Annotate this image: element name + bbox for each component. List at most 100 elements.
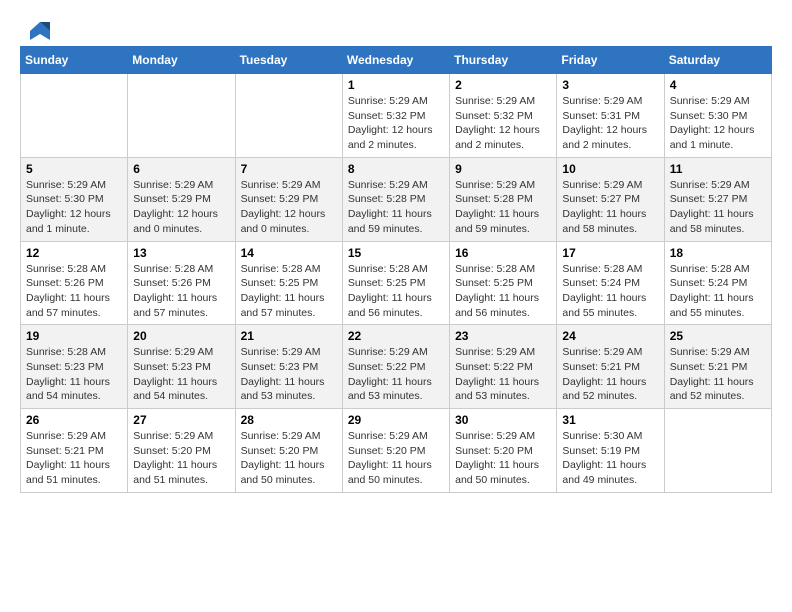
- day-info: Sunrise: 5:30 AM Sunset: 5:19 PM Dayligh…: [562, 429, 658, 488]
- day-info: Sunrise: 5:29 AM Sunset: 5:21 PM Dayligh…: [562, 345, 658, 404]
- day-info: Sunrise: 5:29 AM Sunset: 5:27 PM Dayligh…: [562, 178, 658, 237]
- day-info: Sunrise: 5:29 AM Sunset: 5:21 PM Dayligh…: [26, 429, 122, 488]
- calendar-cell: 22 Sunrise: 5:29 AM Sunset: 5:22 PM Dayli…: [342, 325, 449, 409]
- day-info: Sunrise: 5:29 AM Sunset: 5:21 PM Dayligh…: [670, 345, 766, 404]
- day-number: 31: [562, 413, 658, 427]
- day-info: Sunrise: 5:28 AM Sunset: 5:25 PM Dayligh…: [241, 262, 337, 321]
- calendar-cell: 13Sunrise: 5:28 AM Sunset: 5:26 PM Dayli…: [128, 241, 235, 325]
- day-number: 13: [133, 246, 229, 260]
- day-number: 5: [26, 162, 122, 176]
- day-info: Sunrise: 5:29 AM Sunset: 5:32 PM Dayligh…: [455, 94, 551, 153]
- day-number: 12: [26, 246, 122, 260]
- day-number: 28: [241, 413, 337, 427]
- calendar-cell: 24 Sunrise: 5:29 AM Sunset: 5:21 PM Dayli…: [557, 325, 664, 409]
- calendar-cell: 29 Sunrise: 5:29 AM Sunset: 5:20 PM Dayli…: [342, 409, 449, 493]
- day-info: Sunrise: 5:28 AM Sunset: 5:24 PM Dayligh…: [670, 262, 766, 321]
- day-number: 29: [348, 413, 444, 427]
- page-header: [20, 20, 772, 38]
- calendar-cell: [21, 74, 128, 158]
- day-info: Sunrise: 5:28 AM Sunset: 5:25 PM Dayligh…: [348, 262, 444, 321]
- day-info: Sunrise: 5:29 AM Sunset: 5:22 PM Dayligh…: [348, 345, 444, 404]
- day-number: 20: [133, 329, 229, 343]
- day-info: Sunrise: 5:29 AM Sunset: 5:30 PM Dayligh…: [670, 94, 766, 153]
- day-number: 7: [241, 162, 337, 176]
- calendar-cell: 6 Sunrise: 5:29 AM Sunset: 5:29 PM Daylig…: [128, 157, 235, 241]
- day-number: 10: [562, 162, 658, 176]
- calendar-week-2: 5 Sunrise: 5:29 AM Sunset: 5:30 PM Daylig…: [21, 157, 772, 241]
- day-number: 21: [241, 329, 337, 343]
- calendar-cell: 7Sunrise: 5:29 AM Sunset: 5:29 PM Daylig…: [235, 157, 342, 241]
- weekday-header-sunday: Sunday: [21, 47, 128, 74]
- logo-icon: [22, 20, 54, 42]
- calendar-cell: [664, 409, 771, 493]
- weekday-header-row: SundayMondayTuesdayWednesdayThursdayFrid…: [21, 47, 772, 74]
- weekday-header-wednesday: Wednesday: [342, 47, 449, 74]
- calendar-table: SundayMondayTuesdayWednesdayThursdayFrid…: [20, 46, 772, 493]
- calendar-cell: 12 Sunrise: 5:28 AM Sunset: 5:26 PM Dayli…: [21, 241, 128, 325]
- day-number: 25: [670, 329, 766, 343]
- day-number: 30: [455, 413, 551, 427]
- calendar-cell: [235, 74, 342, 158]
- day-info: Sunrise: 5:29 AM Sunset: 5:28 PM Dayligh…: [455, 178, 551, 237]
- calendar-cell: 14 Sunrise: 5:28 AM Sunset: 5:25 PM Dayli…: [235, 241, 342, 325]
- day-number: 23: [455, 329, 551, 343]
- calendar-cell: 1 Sunrise: 5:29 AM Sunset: 5:32 PM Daylig…: [342, 74, 449, 158]
- calendar-cell: 26 Sunrise: 5:29 AM Sunset: 5:21 PM Dayli…: [21, 409, 128, 493]
- day-number: 2: [455, 78, 551, 92]
- calendar-cell: 10 Sunrise: 5:29 AM Sunset: 5:27 PM Dayli…: [557, 157, 664, 241]
- day-info: Sunrise: 5:29 AM Sunset: 5:23 PM Dayligh…: [133, 345, 229, 404]
- calendar-cell: 18 Sunrise: 5:28 AM Sunset: 5:24 PM Dayli…: [664, 241, 771, 325]
- day-number: 6: [133, 162, 229, 176]
- calendar-cell: 11 Sunrise: 5:29 AM Sunset: 5:27 PM Dayli…: [664, 157, 771, 241]
- calendar-cell: 8 Sunrise: 5:29 AM Sunset: 5:28 PM Daylig…: [342, 157, 449, 241]
- day-info: Sunrise: 5:29 AM Sunset: 5:31 PM Dayligh…: [562, 94, 658, 153]
- weekday-header-thursday: Thursday: [450, 47, 557, 74]
- weekday-header-tuesday: Tuesday: [235, 47, 342, 74]
- weekday-header-monday: Monday: [128, 47, 235, 74]
- day-info: Sunrise: 5:29 AM Sunset: 5:29 PM Dayligh…: [133, 178, 229, 237]
- calendar-cell: 4 Sunrise: 5:29 AM Sunset: 5:30 PM Daylig…: [664, 74, 771, 158]
- day-number: 9: [455, 162, 551, 176]
- day-info: Sunrise: 5:29 AM Sunset: 5:22 PM Dayligh…: [455, 345, 551, 404]
- day-number: 4: [670, 78, 766, 92]
- calendar-cell: 15 Sunrise: 5:28 AM Sunset: 5:25 PM Dayli…: [342, 241, 449, 325]
- calendar-week-1: 1 Sunrise: 5:29 AM Sunset: 5:32 PM Daylig…: [21, 74, 772, 158]
- calendar-cell: 25 Sunrise: 5:29 AM Sunset: 5:21 PM Dayli…: [664, 325, 771, 409]
- day-number: 18: [670, 246, 766, 260]
- calendar-cell: 21Sunrise: 5:29 AM Sunset: 5:23 PM Dayli…: [235, 325, 342, 409]
- day-number: 15: [348, 246, 444, 260]
- day-number: 1: [348, 78, 444, 92]
- calendar-cell: 2 Sunrise: 5:29 AM Sunset: 5:32 PM Daylig…: [450, 74, 557, 158]
- day-info: Sunrise: 5:29 AM Sunset: 5:30 PM Dayligh…: [26, 178, 122, 237]
- calendar-cell: 30Sunrise: 5:29 AM Sunset: 5:20 PM Dayli…: [450, 409, 557, 493]
- day-number: 22: [348, 329, 444, 343]
- calendar-cell: 27 Sunrise: 5:29 AM Sunset: 5:20 PM Dayli…: [128, 409, 235, 493]
- calendar-cell: 9 Sunrise: 5:29 AM Sunset: 5:28 PM Daylig…: [450, 157, 557, 241]
- calendar-cell: 5 Sunrise: 5:29 AM Sunset: 5:30 PM Daylig…: [21, 157, 128, 241]
- day-info: Sunrise: 5:28 AM Sunset: 5:24 PM Dayligh…: [562, 262, 658, 321]
- day-number: 19: [26, 329, 122, 343]
- day-number: 17: [562, 246, 658, 260]
- day-info: Sunrise: 5:29 AM Sunset: 5:20 PM Dayligh…: [348, 429, 444, 488]
- calendar-cell: 3 Sunrise: 5:29 AM Sunset: 5:31 PM Daylig…: [557, 74, 664, 158]
- calendar-week-4: 19Sunrise: 5:28 AM Sunset: 5:23 PM Dayli…: [21, 325, 772, 409]
- day-number: 3: [562, 78, 658, 92]
- day-number: 8: [348, 162, 444, 176]
- day-info: Sunrise: 5:29 AM Sunset: 5:27 PM Dayligh…: [670, 178, 766, 237]
- day-info: Sunrise: 5:29 AM Sunset: 5:32 PM Dayligh…: [348, 94, 444, 153]
- calendar-cell: 31 Sunrise: 5:30 AM Sunset: 5:19 PM Dayli…: [557, 409, 664, 493]
- day-info: Sunrise: 5:28 AM Sunset: 5:26 PM Dayligh…: [26, 262, 122, 321]
- calendar-cell: 20 Sunrise: 5:29 AM Sunset: 5:23 PM Dayli…: [128, 325, 235, 409]
- day-number: 14: [241, 246, 337, 260]
- calendar-week-5: 26 Sunrise: 5:29 AM Sunset: 5:21 PM Dayli…: [21, 409, 772, 493]
- weekday-header-friday: Friday: [557, 47, 664, 74]
- day-number: 24: [562, 329, 658, 343]
- day-number: 16: [455, 246, 551, 260]
- calendar-week-3: 12 Sunrise: 5:28 AM Sunset: 5:26 PM Dayli…: [21, 241, 772, 325]
- day-number: 11: [670, 162, 766, 176]
- day-info: Sunrise: 5:29 AM Sunset: 5:28 PM Dayligh…: [348, 178, 444, 237]
- day-number: 27: [133, 413, 229, 427]
- day-number: 26: [26, 413, 122, 427]
- day-info: Sunrise: 5:29 AM Sunset: 5:20 PM Dayligh…: [133, 429, 229, 488]
- logo: [20, 20, 54, 38]
